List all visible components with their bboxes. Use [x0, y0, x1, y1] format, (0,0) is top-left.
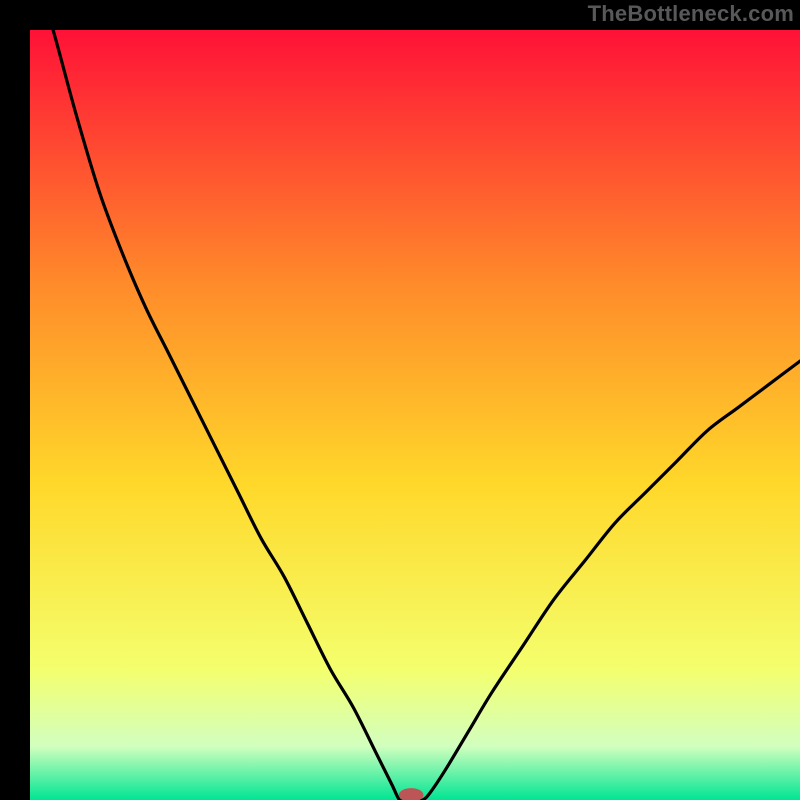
bottleneck-chart: [30, 30, 800, 800]
chart-frame: TheBottleneck.com: [0, 0, 800, 800]
gradient-background: [30, 30, 800, 800]
watermark-text: TheBottleneck.com: [588, 1, 794, 27]
plot-area: [30, 30, 800, 800]
